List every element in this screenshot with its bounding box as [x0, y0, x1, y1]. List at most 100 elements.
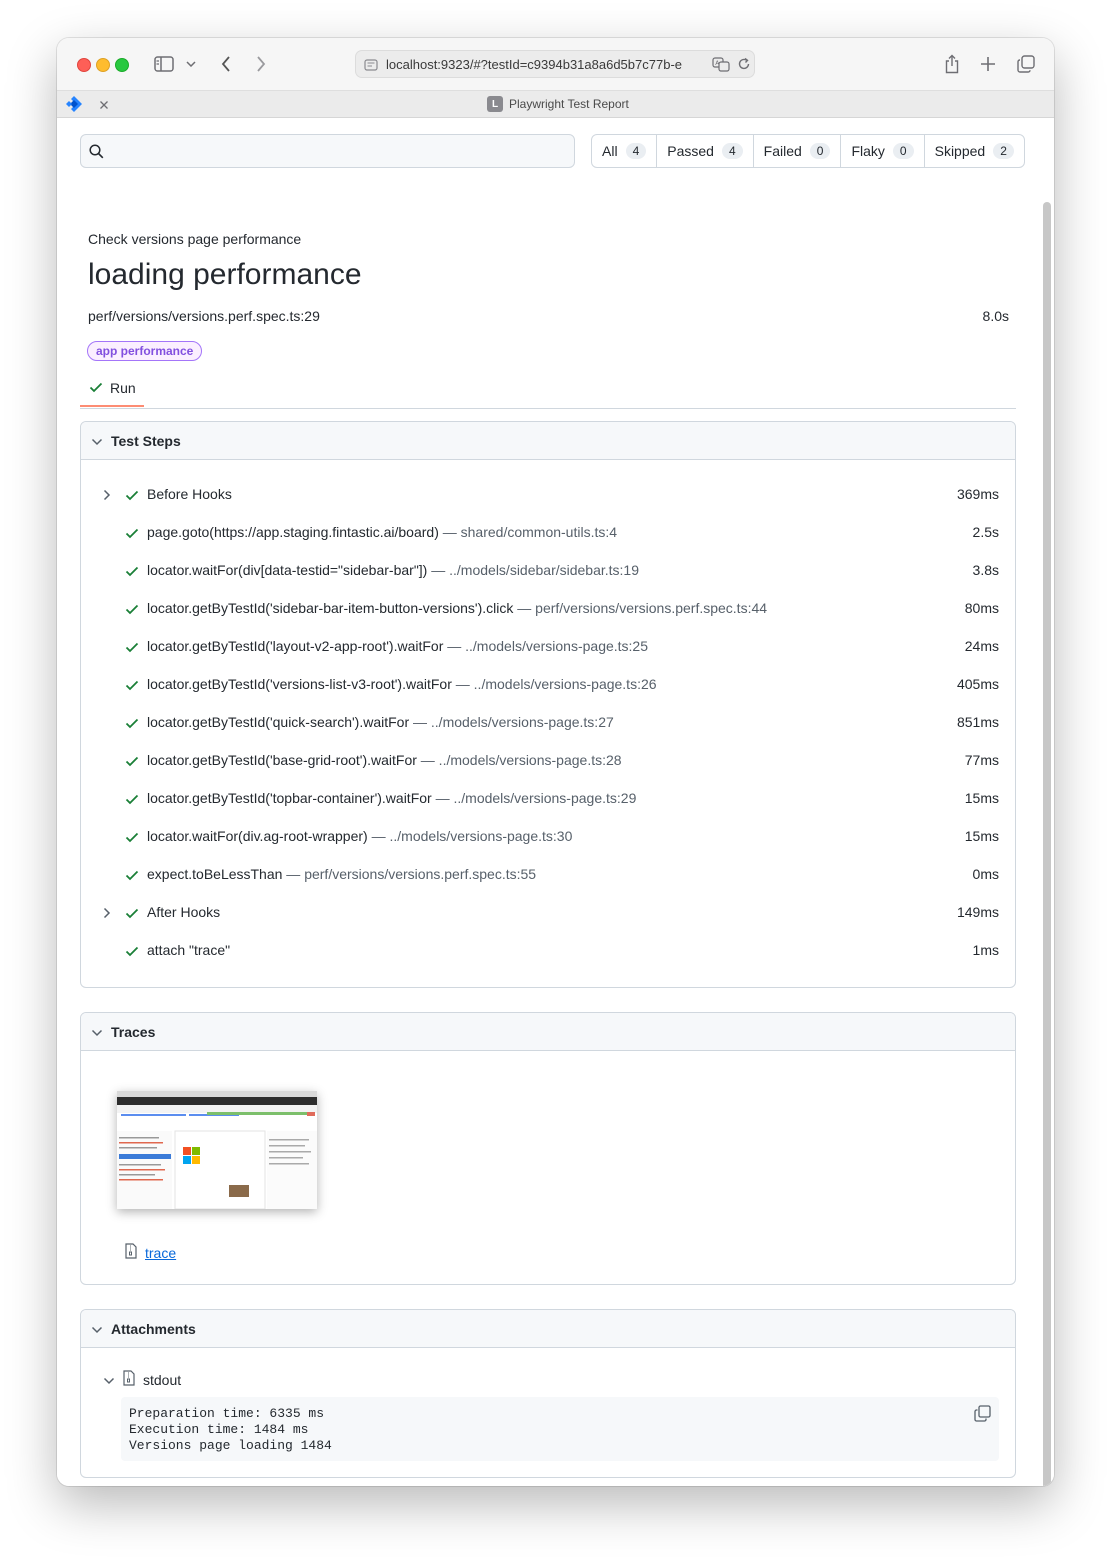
step-location[interactable]: — ../models/versions-page.ts:28 — [417, 752, 622, 768]
new-tab-icon[interactable] — [977, 52, 999, 76]
check-icon — [89, 380, 103, 396]
filter-failed[interactable]: Failed 0 — [754, 135, 842, 167]
share-icon[interactable] — [941, 52, 963, 76]
step-location[interactable]: — shared/common-utils.ts:4 — [439, 524, 617, 540]
active-tab[interactable]: L Playwright Test Report — [487, 96, 629, 112]
step-location[interactable]: — perf/versions/versions.perf.spec.ts:44 — [513, 600, 767, 616]
close-tab-icon[interactable] — [99, 97, 109, 115]
check-icon — [125, 678, 139, 694]
forward-icon[interactable] — [251, 52, 271, 76]
step-title: After Hooks — [147, 904, 220, 920]
step-location[interactable]: — ../models/versions-page.ts:26 — [452, 676, 657, 692]
tag-badge[interactable]: app performance — [87, 341, 203, 361]
chevron-down-icon — [103, 1372, 115, 1388]
step-location[interactable]: — ../models/versions-page.ts:25 — [443, 638, 648, 654]
step-row[interactable]: locator.getByTestId('base-grid-root').wa… — [81, 742, 1015, 780]
step-location[interactable]: — perf/versions/versions.perf.spec.ts:55 — [282, 866, 536, 882]
check-icon — [125, 716, 139, 732]
search-input[interactable] — [80, 134, 575, 168]
traces-header[interactable]: Traces — [81, 1013, 1015, 1051]
step-row[interactable]: locator.getByTestId('layout-v2-app-root'… — [81, 628, 1015, 666]
step-row[interactable]: Before Hooks 369ms — [81, 476, 1015, 514]
filter-flaky[interactable]: Flaky 0 — [841, 135, 925, 167]
trace-thumbnail[interactable] — [117, 1091, 317, 1209]
step-duration: 24ms — [964, 638, 999, 654]
step-row[interactable]: attach "trace" 1ms — [81, 932, 1015, 970]
step-row[interactable]: expect.toBeLessThan — perf/versions/vers… — [81, 856, 1015, 894]
minimize-window-button[interactable] — [96, 58, 110, 72]
check-icon — [125, 754, 139, 770]
step-row[interactable]: locator.getByTestId('sidebar-bar-item-bu… — [81, 590, 1015, 628]
browser-window: localhost:9323/#?testId=c9394b31a8a6d5b7… — [57, 38, 1054, 1486]
check-icon — [125, 602, 139, 618]
step-duration: 0ms — [972, 866, 999, 882]
step-name: locator.getByTestId('topbar-container').… — [147, 790, 432, 806]
step-name: Before Hooks — [147, 486, 232, 502]
step-row[interactable]: page.goto(https://app.staging.fintastic.… — [81, 514, 1015, 552]
back-icon[interactable] — [216, 52, 236, 76]
trace-link[interactable]: trace — [145, 1245, 176, 1261]
check-icon — [125, 944, 139, 960]
translate-icon[interactable]: A — [712, 57, 730, 77]
stdout-attachment-header[interactable]: stdout — [103, 1370, 181, 1389]
url-text: localhost:9323/#?testId=c9394b31a8a6d5b7… — [386, 57, 682, 72]
step-duration: 149ms — [956, 904, 999, 920]
tab-run[interactable]: Run — [80, 370, 144, 407]
jira-icon[interactable] — [65, 95, 83, 118]
step-location[interactable]: — ../models/versions-page.ts:30 — [368, 828, 573, 844]
step-row[interactable]: After Hooks 149ms — [81, 894, 1015, 932]
tab-bar: L Playwright Test Report — [57, 90, 1054, 118]
filter-count: 2 — [993, 143, 1014, 159]
copy-icon[interactable] — [974, 1405, 991, 1427]
step-name: page.goto(https://app.staging.fintastic.… — [147, 524, 439, 540]
step-row[interactable]: locator.getByTestId('topbar-container').… — [81, 780, 1015, 818]
test-title: loading performance — [88, 258, 362, 291]
page-icon — [364, 58, 378, 76]
sidebar-toggle-icon[interactable] — [152, 52, 176, 76]
address-bar[interactable]: localhost:9323/#?testId=c9394b31a8a6d5b7… — [355, 50, 755, 78]
step-row[interactable]: locator.waitFor(div[data-testid="sidebar… — [81, 552, 1015, 590]
scrollbar-thumb[interactable] — [1043, 202, 1051, 1486]
step-row[interactable]: locator.getByTestId('versions-list-v3-ro… — [81, 666, 1015, 704]
step-row[interactable]: locator.getByTestId('quick-search').wait… — [81, 704, 1015, 742]
step-title: locator.getByTestId('layout-v2-app-root'… — [147, 638, 648, 654]
step-name: locator.getByTestId('base-grid-root').wa… — [147, 752, 417, 768]
tab-divider — [80, 408, 1016, 409]
step-duration: 80ms — [964, 600, 999, 616]
attachments-header[interactable]: Attachments — [81, 1310, 1015, 1348]
close-window-button[interactable] — [77, 58, 91, 72]
step-title: page.goto(https://app.staging.fintastic.… — [147, 524, 617, 540]
chevron-right-icon[interactable] — [103, 906, 111, 922]
step-title: locator.waitFor(div[data-testid="sidebar… — [147, 562, 639, 578]
step-location[interactable]: — ../models/versions-page.ts:29 — [432, 790, 637, 806]
step-duration: 1ms — [972, 942, 999, 958]
check-icon — [125, 906, 139, 922]
test-steps-section: Test Steps Before Hooks 369ms page.goto(ht… — [80, 421, 1016, 988]
filter-skipped[interactable]: Skipped 2 — [925, 135, 1024, 167]
chevron-down-icon — [91, 1024, 103, 1040]
filter-label: Flaky — [851, 143, 885, 159]
filter-passed[interactable]: Passed 4 — [657, 135, 754, 167]
step-location[interactable]: — ../models/sidebar/sidebar.ts:19 — [427, 562, 639, 578]
tab-overview-icon[interactable] — [1015, 52, 1037, 76]
tab-run-label: Run — [110, 379, 136, 396]
filter-all[interactable]: All 4 — [592, 135, 658, 167]
step-title: locator.getByTestId('topbar-container').… — [147, 790, 636, 806]
test-steps-header[interactable]: Test Steps — [81, 422, 1015, 460]
step-row[interactable]: locator.waitFor(div.ag-root-wrapper) — .… — [81, 818, 1015, 856]
chevron-down-icon — [91, 433, 103, 449]
stdout-output: Preparation time: 6335 ms Execution time… — [121, 1397, 999, 1461]
step-name: After Hooks — [147, 904, 221, 920]
reload-icon[interactable] — [737, 57, 751, 76]
chevron-down-icon — [91, 1321, 103, 1337]
step-title: expect.toBeLessThan — perf/versions/vers… — [147, 866, 536, 882]
chevron-down-icon[interactable] — [184, 52, 198, 76]
chevron-right-icon[interactable] — [103, 488, 111, 504]
filter-count: 0 — [809, 143, 831, 159]
step-location[interactable]: — ../models/versions-page.ts:27 — [409, 714, 614, 730]
step-name: locator.getByTestId('quick-search').wait… — [147, 714, 410, 730]
zoom-window-button[interactable] — [115, 58, 129, 72]
step-title: locator.getByTestId('base-grid-root').wa… — [147, 752, 622, 768]
check-icon — [125, 488, 139, 504]
check-icon — [125, 868, 139, 884]
